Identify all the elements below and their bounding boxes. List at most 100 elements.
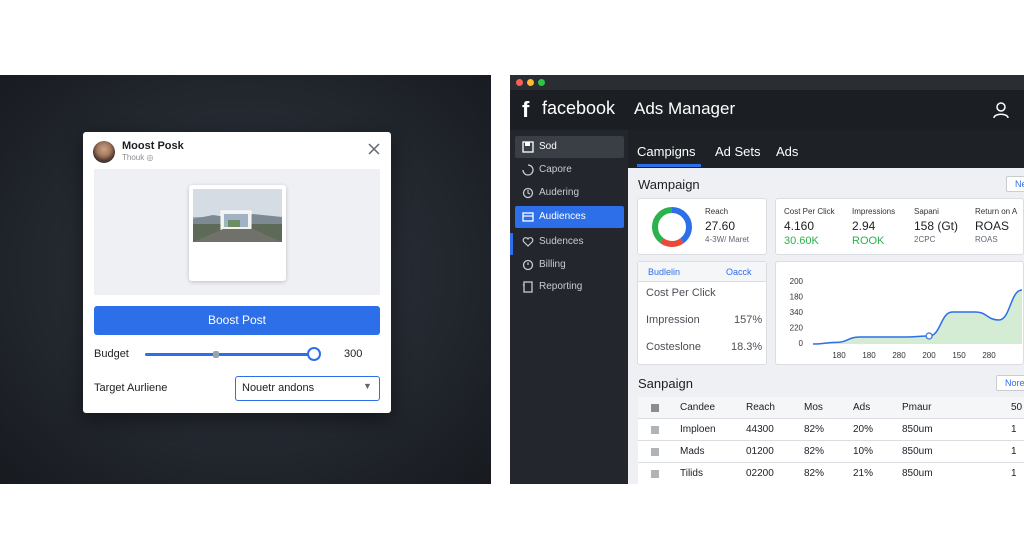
tab-ad-sets[interactable]: Ad Sets — [715, 144, 761, 159]
post-preview-card[interactable] — [189, 185, 286, 281]
budget-card-title: Budlelin — [648, 267, 681, 277]
sidebar-item-label: Audiences — [539, 211, 586, 222]
column-header: Ads — [853, 402, 871, 413]
budget-row: Impression 157% — [646, 314, 766, 326]
table-row[interactable]: Imploen 44300 82% 20% 850um 1 — [638, 419, 1024, 441]
sidebar-item-label: Audering — [539, 187, 580, 198]
x-tick-label: 200 — [922, 351, 936, 360]
budget-row-label: Cost Per Click — [646, 287, 716, 299]
data-point-marker[interactable] — [925, 332, 933, 340]
budget-slider-marker — [213, 351, 219, 358]
sidebar-item-sudences[interactable]: Sudences — [515, 231, 624, 253]
close-icon[interactable] — [365, 140, 383, 158]
x-tick-label: 180 — [832, 351, 846, 360]
row-checkbox[interactable] — [651, 448, 659, 456]
metric-label: Return on A — [975, 207, 1018, 216]
table-cell: 02200 — [746, 468, 774, 479]
app-title: Ads Manager — [634, 99, 736, 118]
budget-label: Budget — [94, 348, 129, 360]
metric-green: ROOK — [852, 235, 885, 247]
target-audience-select[interactable]: Nouetr andons ▼ — [235, 376, 380, 401]
metric-value: ROAS — [975, 219, 1010, 233]
maximize-window-button[interactable] — [538, 79, 545, 86]
row-checkbox[interactable] — [651, 404, 659, 412]
sidebar-item-label: Capore — [539, 164, 572, 175]
budget-slider[interactable] — [145, 347, 321, 361]
y-tick-label: 200 — [790, 277, 804, 286]
performance-chart-card: 200 180 340 220 0 180 180 280 200 150 280 — [775, 261, 1024, 365]
reach-value: 27.60 — [705, 219, 736, 233]
avatar — [93, 141, 115, 163]
heart-icon — [522, 236, 534, 248]
metric-green: 30.60K — [784, 235, 819, 247]
new-button[interactable]: Ne — [1006, 176, 1024, 192]
table-cell: 1 — [1011, 468, 1017, 479]
tab-campaigns[interactable]: Campigns — [637, 144, 696, 159]
table-cell: 20% — [853, 424, 874, 435]
sanpaign-title: Sanpaign — [638, 376, 693, 391]
x-tick-label: 280 — [892, 351, 906, 360]
table-cell: 01200 — [746, 446, 774, 457]
budget-slider-handle[interactable] — [307, 347, 321, 361]
table-cell: Mads — [680, 446, 705, 457]
user-icon[interactable] — [991, 100, 1011, 120]
sidebar-item-label: Billing — [539, 259, 566, 270]
table-cell: 10% — [853, 446, 874, 457]
budget-card-link[interactable]: Oacck — [726, 267, 752, 277]
reporting-icon — [522, 281, 534, 293]
table-row[interactable]: Mads 01200 82% 10% 850um 1 — [638, 441, 1024, 463]
sidebar-item-sod[interactable]: Sod — [515, 136, 624, 158]
metric-value: 158 (Gt) — [914, 219, 959, 233]
metric-label: Cost Per Click — [784, 207, 835, 216]
table-cell: 850um — [902, 468, 933, 479]
sidebar-item-audering[interactable]: Audering — [515, 182, 624, 204]
close-window-button[interactable] — [516, 79, 523, 86]
sidebar: Sod Capore Audering Audiences Sudences Billin… — [510, 130, 628, 484]
reach-card: Reach 27.60 4-3W/ Maret — [637, 198, 767, 255]
metric-label: Impressions — [852, 207, 896, 216]
boost-post-button[interactable]: Boost Post — [94, 306, 380, 335]
metric-label: Sapani — [914, 207, 939, 216]
table-row[interactable]: Tilids 02200 82% 21% 850um 1 — [638, 463, 1024, 484]
sidebar-item-reporting[interactable]: Reporting — [515, 276, 624, 298]
post-image — [193, 189, 282, 242]
y-tick-label: 180 — [790, 293, 804, 302]
budget-row-value: 18.3% — [731, 341, 763, 353]
row-checkbox[interactable] — [651, 426, 659, 434]
target-audience-label: Target Aurliene — [94, 382, 168, 394]
sidebar-active-indicator — [510, 233, 513, 255]
table-cell: 82% — [804, 468, 825, 479]
budget-row-label: Impression — [646, 314, 700, 326]
column-header: Candee — [680, 402, 716, 413]
metric-small: ROAS — [975, 235, 998, 244]
table-cell: 850um — [902, 446, 933, 457]
sidebar-item-capore[interactable]: Capore — [515, 159, 624, 181]
chevron-down-icon: ▼ — [363, 381, 372, 391]
facebook-logo-icon[interactable]: f — [522, 97, 529, 123]
metric-value: 2.94 — [852, 219, 876, 233]
budget-row: Cost Per Click — [646, 287, 766, 299]
sidebar-item-billing[interactable]: Billing — [515, 254, 624, 276]
table-cell: 82% — [804, 424, 825, 435]
sidebar-item-audiences[interactable]: Audiences — [515, 206, 624, 228]
sidebar-item-label: Reporting — [539, 281, 583, 292]
active-tab-underline — [637, 164, 701, 167]
save-icon — [522, 141, 534, 153]
budget-summary-card: Budlelin Oacck Cost Per Click Impression… — [637, 261, 767, 365]
ads-manager-window: f facebook Ads Manager Sod Capore Audering… — [510, 75, 1024, 484]
budget-row: Costeslone 18.3% — [646, 341, 766, 353]
facebook-wordmark[interactable]: facebook — [542, 98, 615, 119]
budget-row-label: Costeslone — [646, 341, 702, 353]
boost-post-dialog: Moost Posk Thouk ◎ Boost Post Budget 300… — [83, 132, 391, 413]
y-tick-label: 340 — [790, 308, 804, 317]
more-button[interactable]: Nore — [996, 375, 1024, 391]
billing-icon — [522, 259, 534, 271]
table-cell: 21% — [853, 468, 874, 479]
reach-donut-chart — [652, 207, 692, 247]
x-tick-label: 150 — [952, 351, 966, 360]
tab-ads[interactable]: Ads — [776, 144, 798, 159]
column-header: 50 — [1011, 402, 1023, 413]
minimize-window-button[interactable] — [527, 79, 534, 86]
column-header: Reach — [746, 402, 775, 413]
row-checkbox[interactable] — [651, 470, 659, 478]
